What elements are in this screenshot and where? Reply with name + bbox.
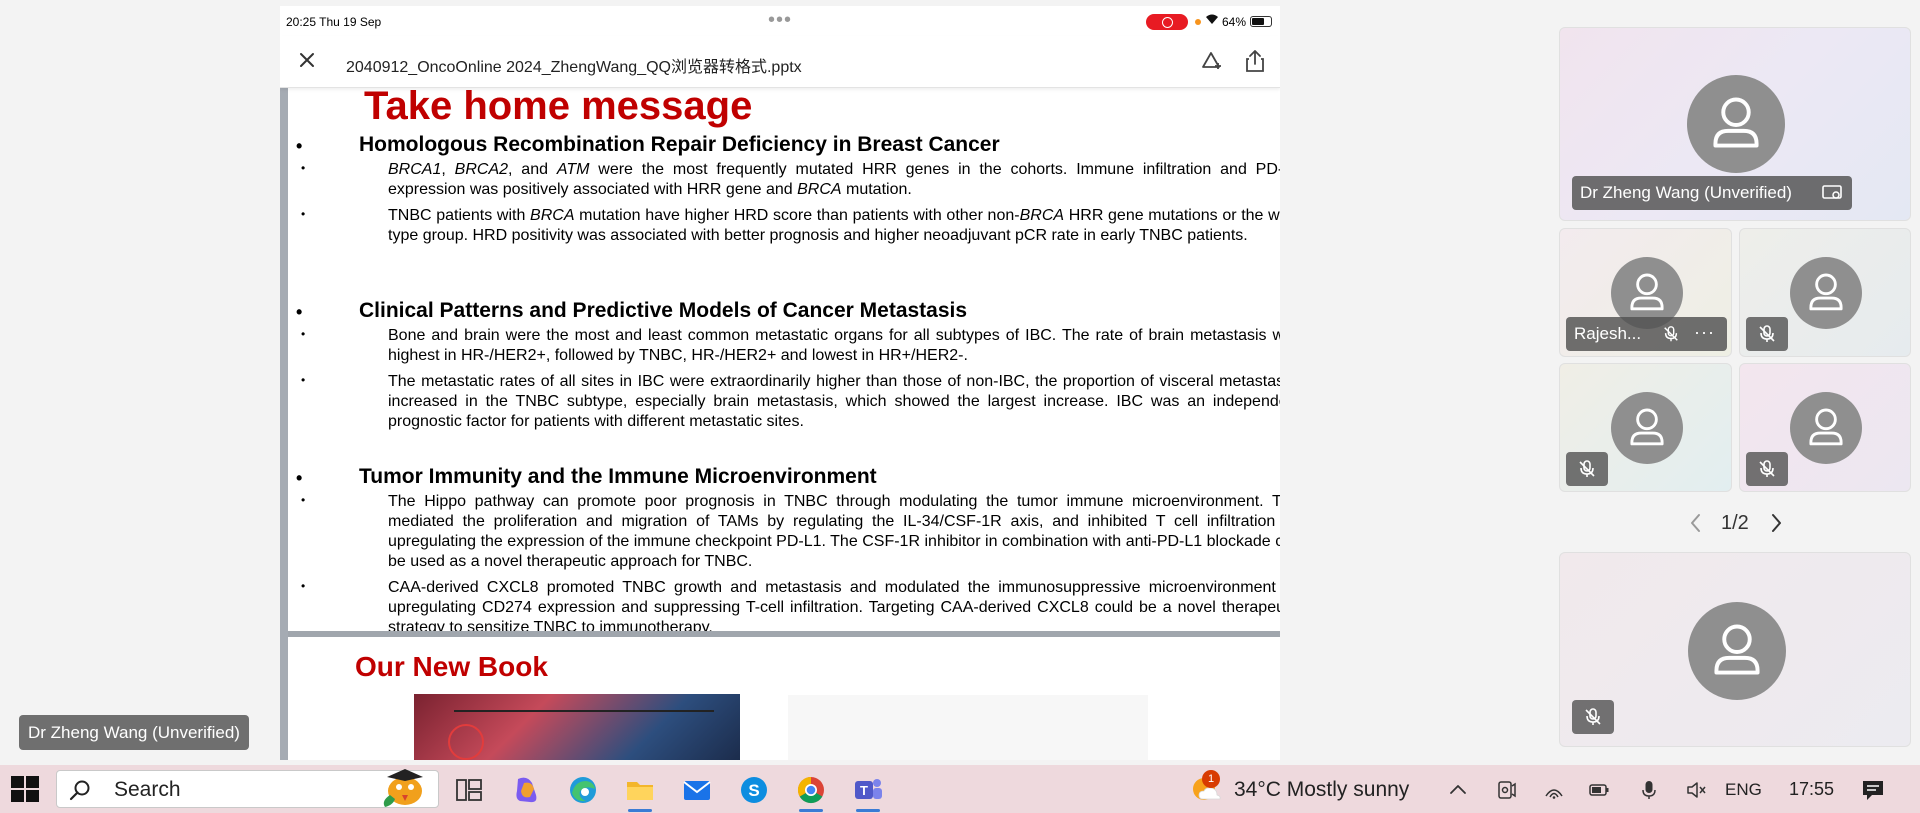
active-app-indicator (856, 809, 880, 812)
close-icon[interactable] (294, 47, 320, 73)
ipad-time: 20:25 Thu 19 Sep (286, 15, 382, 29)
mic-in-use-dot-icon (1195, 19, 1201, 25)
document-filename: 2040912_OncoOnline 2024_ZhengWang_QQ浏览器转… (346, 59, 802, 76)
volume-mute-icon[interactable] (1685, 779, 1707, 801)
copilot-icon[interactable] (510, 773, 544, 807)
section-title: Homologous Recombination Repair Deficien… (359, 133, 1000, 156)
slide-our-new-book: Our New Book (288, 637, 1280, 760)
slide-margin-bar (280, 88, 288, 760)
file-explorer-icon[interactable] (623, 773, 657, 807)
search-highlight-illustration-icon (383, 769, 423, 807)
slide-take-home: Take home message • Homologous Recombina… (288, 88, 1280, 631)
battery-icon (1250, 16, 1272, 27)
multitask-dots-icon[interactable]: ••• (768, 9, 792, 32)
section-item: Bone and brain were the most and least c… (388, 327, 1280, 364)
wifi-icon[interactable] (1543, 779, 1565, 801)
search-icon (69, 780, 90, 801)
mic-off-icon (1579, 460, 1595, 477)
section-item: The metastatic rates of all sites in IBC… (388, 373, 1280, 430)
section-item: The Hippo pathway can promote poor progn… (388, 493, 1280, 570)
participant-tile[interactable] (1739, 363, 1911, 492)
chevron-left-icon[interactable] (1686, 512, 1706, 534)
section-bullet: • (296, 468, 303, 488)
annotate-icon[interactable] (1198, 48, 1224, 74)
section-bullet: • (296, 302, 303, 322)
edge-icon[interactable] (566, 773, 600, 807)
skype-icon[interactable]: S (737, 773, 771, 807)
section-item: BRCA1, BRCA2, and ATM were the most freq… (388, 161, 1280, 198)
mail-icon[interactable] (680, 773, 714, 807)
weather-text[interactable]: 34°C Mostly sunny (1234, 778, 1409, 802)
book-cover-image (414, 694, 740, 760)
mic-off-indicator (1746, 452, 1788, 486)
person-icon (1688, 602, 1786, 700)
participant-pager: 1/2 (1680, 508, 1790, 538)
teams-icon[interactable]: T (851, 773, 885, 807)
item-bullet: • (301, 327, 306, 341)
person-icon (1790, 392, 1862, 464)
mic-off-icon (1759, 325, 1775, 342)
mic-off-icon (1585, 708, 1601, 725)
item-bullet: • (301, 493, 306, 507)
clock[interactable]: 17:55 (1789, 779, 1834, 800)
item-bullet: • (301, 207, 306, 221)
section-bullet: • (296, 136, 303, 156)
mic-off-indicator (1746, 317, 1788, 351)
chrome-icon[interactable] (794, 773, 828, 807)
share-icon[interactable] (1242, 48, 1268, 74)
shared-screen: 20:25 Thu 19 Sep ••• 64% 2040912_OncoOnl… (280, 6, 1280, 760)
more-options-button[interactable]: ··· (1694, 315, 1715, 349)
person-icon (1790, 257, 1862, 329)
battery-percent: 64% (1222, 15, 1247, 29)
task-view-icon[interactable] (452, 773, 486, 807)
chevron-right-icon[interactable] (1766, 512, 1786, 534)
mic-icon[interactable] (1638, 779, 1660, 801)
page-indicator: 1/2 (1721, 512, 1749, 534)
wifi-icon (1205, 13, 1219, 28)
windows-start-icon[interactable] (10, 775, 40, 803)
taskbar: Search S T 1 34°C Mostly sunny ENG 17:55 (0, 765, 1920, 813)
active-app-indicator (799, 809, 823, 812)
taskbar-search-box[interactable]: Search (56, 769, 439, 808)
svg-text:S: S (748, 781, 759, 800)
section-item: TNBC patients with BRCA mutation have hi… (388, 207, 1280, 244)
person-icon (1611, 392, 1683, 464)
document-toolbar: 2040912_OncoOnline 2024_ZhengWang_QQ浏览器转… (280, 36, 1280, 88)
screen-record-icon (1146, 14, 1188, 30)
item-bullet: • (301, 579, 306, 593)
mic-off-icon (1664, 326, 1678, 342)
mic-off-indicator (1572, 700, 1614, 734)
battery-icon[interactable] (1588, 779, 1610, 801)
svg-text:T: T (860, 783, 868, 798)
participant-tile[interactable] (1559, 363, 1732, 492)
section-title: Clinical Patterns and Predictive Models … (359, 299, 968, 322)
notification-icon[interactable] (1860, 777, 1886, 803)
slide-title: Take home message (364, 88, 753, 128)
screen-share-icon (1822, 185, 1842, 199)
participant-name: Rajesh... ··· (1566, 317, 1727, 351)
document-area[interactable]: Take home message • Homologous Recombina… (280, 88, 1280, 760)
chevron-up-icon[interactable] (1447, 779, 1469, 801)
search-placeholder: Search (114, 778, 181, 801)
slide-image-placeholder (788, 695, 1148, 760)
active-app-indicator (628, 809, 652, 812)
participant-tile-presenter[interactable]: Dr Zheng Wang (Unverified) (1559, 27, 1911, 221)
weather-notification-badge: 1 (1202, 770, 1220, 788)
self-video-tile[interactable] (1559, 552, 1911, 747)
slide-title: Our New Book (355, 651, 548, 682)
participant-name: Dr Zheng Wang (Unverified) (1572, 176, 1852, 210)
mic-off-indicator (1566, 452, 1608, 486)
item-bullet: • (301, 373, 306, 387)
participant-tile[interactable] (1739, 228, 1911, 357)
language-indicator[interactable]: ENG (1725, 780, 1762, 800)
section-item: CAA-derived CXCL8 promoted TNBC growth a… (388, 579, 1280, 631)
section-title: Tumor Immunity and the Immune Microenvir… (359, 465, 877, 488)
camera-in-use-icon[interactable] (1495, 779, 1517, 801)
presenter-name-label: Dr Zheng Wang (Unverified) (19, 715, 249, 750)
item-bullet: • (301, 161, 306, 175)
mic-off-icon (1759, 460, 1775, 477)
person-icon (1687, 75, 1785, 173)
ipad-status-bar: 20:25 Thu 19 Sep ••• 64% (280, 6, 1280, 36)
participant-tile-rajesh[interactable]: Rajesh... ··· (1559, 228, 1732, 357)
